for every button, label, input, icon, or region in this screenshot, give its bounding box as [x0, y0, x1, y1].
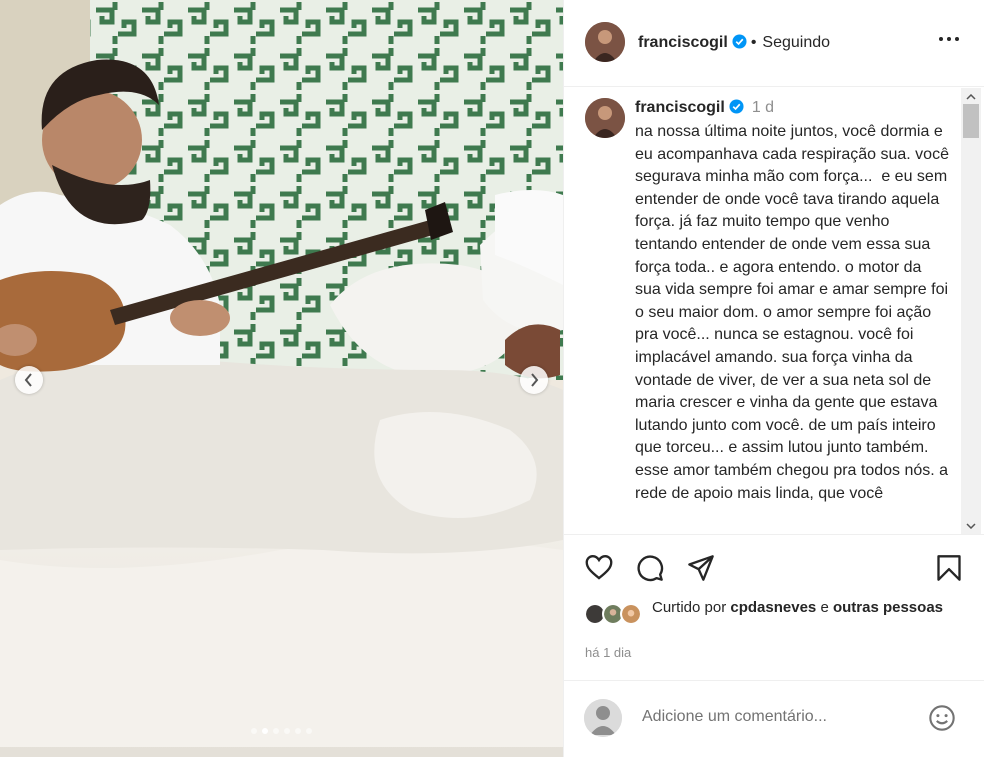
more-options-icon[interactable]	[938, 28, 960, 50]
scroll-thumb[interactable]	[963, 104, 979, 138]
post-photo	[0, 0, 563, 757]
emoji-icon[interactable]	[928, 704, 956, 732]
post-media[interactable]	[0, 0, 563, 757]
chevron-left-icon	[24, 373, 32, 387]
chevron-right-icon	[531, 373, 539, 387]
likes-others[interactable]: outras pessoas	[833, 599, 943, 616]
carousel-dot	[273, 728, 279, 734]
previous-image-button[interactable]	[15, 366, 43, 394]
share-icon[interactable]	[687, 554, 715, 582]
following-button[interactable]: Seguindo	[762, 34, 830, 51]
author-avatar[interactable]	[585, 22, 625, 62]
likes-text[interactable]: Curtido por cpdasneves e outras pessoas	[652, 597, 952, 620]
bookmark-icon[interactable]	[936, 554, 962, 582]
action-bar	[564, 534, 984, 602]
caption-scrollbar[interactable]	[961, 88, 981, 534]
carousel-dot	[262, 728, 268, 734]
chevron-up-icon	[966, 93, 976, 100]
likes-summary: Curtido por cpdasneves e outras pessoas	[564, 593, 984, 641]
post-details-panel: franciscogil • Seguindo franciscogil 1 d na…	[563, 0, 984, 757]
liker-avatar[interactable]	[620, 603, 642, 625]
current-user-avatar	[584, 699, 622, 737]
carousel-dot	[295, 728, 301, 734]
comment-input[interactable]	[640, 707, 904, 727]
heart-icon[interactable]	[585, 554, 613, 580]
caption-username[interactable]: franciscogil	[635, 99, 725, 116]
chevron-down-icon	[966, 522, 976, 529]
carousel-dot	[306, 728, 312, 734]
caption-age: 1 d	[751, 99, 775, 116]
verified-badge-icon	[732, 34, 747, 49]
caption-author-avatar[interactable]	[585, 98, 625, 138]
comment-bar	[564, 680, 984, 757]
carousel-indicators	[0, 728, 563, 734]
likes-conjunction: e	[820, 599, 829, 616]
carousel-dot	[251, 728, 257, 734]
caption-text: na nossa última noite juntos, você dormi…	[635, 123, 954, 502]
caption-section: franciscogil 1 d na nossa última noite ju…	[564, 88, 984, 534]
scroll-down-arrow[interactable]	[961, 517, 981, 534]
author-username[interactable]: franciscogil	[638, 34, 728, 51]
comment-icon[interactable]	[636, 554, 664, 582]
next-image-button[interactable]	[520, 366, 548, 394]
scroll-up-arrow[interactable]	[961, 88, 981, 105]
likes-prefix: Curtido por	[652, 599, 727, 616]
carousel-dot	[284, 728, 290, 734]
post-header: franciscogil • Seguindo	[564, 0, 984, 87]
verified-badge-icon	[729, 99, 744, 114]
liker-username[interactable]: cpdasneves	[730, 599, 816, 616]
post-timestamp[interactable]: há 1 dia	[585, 645, 631, 660]
separator-dot: •	[750, 34, 757, 51]
